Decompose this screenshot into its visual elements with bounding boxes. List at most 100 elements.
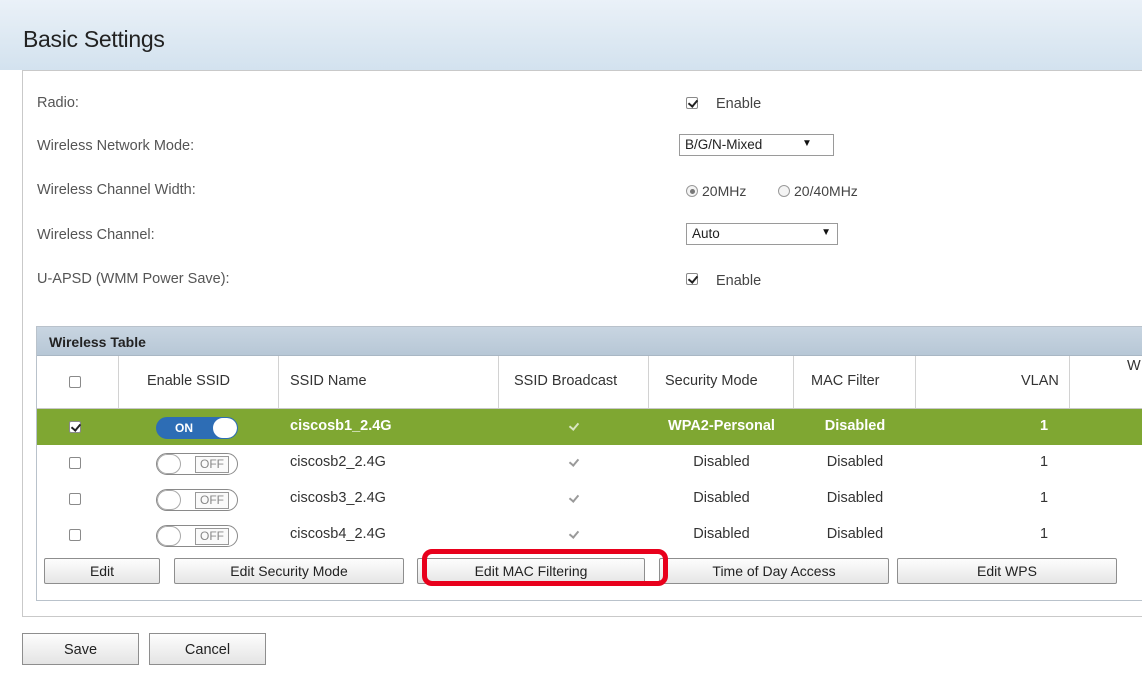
radio-row: Radio: Enable [23, 91, 1142, 115]
enable-ssid-toggle[interactable]: OFF [156, 525, 238, 547]
channel-row: Wireless Channel: Auto ▼ [23, 223, 1142, 247]
enable-ssid-toggle[interactable]: OFF [156, 453, 238, 475]
table-title: Wireless Table [49, 334, 146, 350]
channel-select[interactable]: Auto ▼ [686, 223, 838, 245]
header-enable-ssid: Enable SSID [119, 356, 279, 408]
channel-width-row: Wireless Channel Width: 20MHz 20/40MHz [23, 178, 1142, 202]
security-mode-cell: WPA2-Personal [649, 409, 794, 445]
header-mac-filter-label: MAC Filter [811, 373, 880, 389]
ssid-name-text: ciscosb3_2.4G [290, 490, 386, 506]
mac-filter-text: Disabled [824, 418, 886, 434]
table-row[interactable]: OFF ciscosb4_2.4G Disabled Disabled 1 [37, 517, 1142, 553]
row-select-checkbox[interactable] [69, 493, 81, 505]
header-mac-filter: MAC Filter [794, 356, 916, 408]
uapsd-enable-checkbox[interactable] [686, 273, 698, 285]
vlan-text: 1 [1040, 418, 1049, 434]
header-enable-ssid-label: Enable SSID [147, 373, 231, 389]
ssid-name-text: ciscosb1_2.4G [290, 418, 392, 434]
header-w-label: W [1127, 358, 1141, 374]
edit-button[interactable]: Edit [44, 558, 160, 584]
uapsd-label: U-APSD (WMM Power Save): [37, 271, 230, 287]
vlan-text: 1 [1040, 490, 1049, 506]
row-select-checkbox[interactable] [69, 421, 81, 433]
table-title-bar: Wireless Table [37, 327, 1142, 356]
toggle-knob [157, 454, 181, 474]
chevron-down-icon: ▼ [802, 138, 812, 149]
network-mode-select[interactable]: B/G/N-Mixed ▼ [679, 134, 834, 156]
header-ssid-name-label: SSID Name [290, 373, 367, 389]
network-mode-label: Wireless Network Mode: [37, 138, 195, 154]
settings-panel: Radio: Enable Wireless Network Mode: B/G… [22, 70, 1142, 617]
ssid-broadcast-check [568, 529, 580, 541]
wireless-table: Wireless Table Enable SSID SSID Name SSI… [36, 326, 1142, 601]
table-row[interactable]: OFF ciscosb2_2.4G Disabled Disabled 1 [37, 445, 1142, 481]
channel-width-20-radio[interactable] [686, 185, 698, 197]
enable-ssid-toggle[interactable]: ON [156, 417, 238, 439]
radio-enable-checkbox[interactable] [686, 97, 698, 109]
toggle-knob [157, 490, 181, 510]
radio-label: Radio: [37, 95, 79, 111]
time-of-day-access-button[interactable]: Time of Day Access [659, 558, 889, 584]
network-mode-row: Wireless Network Mode: B/G/N-Mixed ▼ [23, 134, 1142, 158]
vlan-text: 1 [1040, 454, 1049, 470]
mac-filter-cell: Disabled [794, 409, 916, 445]
mac-filter-cell: Disabled [794, 445, 916, 481]
cancel-button[interactable]: Cancel [149, 633, 266, 665]
row-select-checkbox[interactable] [69, 529, 81, 541]
header-ssid-broadcast: SSID Broadcast [499, 356, 649, 408]
mac-filter-text: Disabled [826, 454, 884, 470]
toggle-knob [157, 526, 181, 546]
save-button[interactable]: Save [22, 633, 139, 665]
channel-width-40-radio[interactable] [778, 185, 790, 197]
network-mode-value: B/G/N-Mixed [685, 137, 763, 152]
header-security-mode: Security Mode [649, 356, 794, 408]
vlan-text: 1 [1040, 526, 1049, 542]
toggle-state-label: OFF [195, 492, 229, 509]
table-button-row: Edit Edit Security Mode Edit MAC Filteri… [37, 554, 1142, 594]
security-mode-text: Disabled [693, 526, 750, 542]
mac-filter-text: Disabled [826, 490, 884, 506]
header-vlan: VLAN [916, 356, 1070, 408]
ssid-broadcast-check [568, 493, 580, 505]
toggle-state-label: OFF [195, 528, 229, 545]
header-security-mode-label: Security Mode [665, 373, 758, 389]
edit-wps-button[interactable]: Edit WPS [897, 558, 1117, 584]
channel-value: Auto [692, 226, 720, 241]
page-title: Basic Settings [23, 26, 165, 52]
chevron-down-icon: ▼ [821, 227, 831, 238]
security-mode-text: Disabled [693, 454, 750, 470]
ssid-broadcast-check [568, 457, 580, 469]
channel-width-label: Wireless Channel Width: [37, 182, 196, 198]
edit-security-mode-button[interactable]: Edit Security Mode [174, 558, 404, 584]
mac-filter-cell: Disabled [794, 481, 916, 517]
table-header-row: Enable SSID SSID Name SSID Broadcast Sec… [37, 356, 1142, 409]
select-all-checkbox[interactable] [69, 376, 81, 388]
enable-ssid-toggle[interactable]: OFF [156, 489, 238, 511]
ssid-name-text: ciscosb4_2.4G [290, 526, 386, 542]
page-header: Basic Settings [0, 0, 1142, 70]
header-vlan-label: VLAN [1021, 373, 1059, 389]
uapsd-enable-label: Enable [716, 273, 762, 289]
toggle-state-label: OFF [195, 456, 229, 473]
radio-enable-label: Enable [716, 96, 762, 112]
header-ssid-name: SSID Name [279, 356, 499, 408]
table-row[interactable]: ON ciscosb1_2.4G WPA2-Personal Disabled 1 [37, 409, 1142, 445]
mac-filter-text: Disabled [826, 526, 884, 542]
security-mode-cell: Disabled [649, 445, 794, 481]
row-select-checkbox[interactable] [69, 457, 81, 469]
header-ssid-broadcast-label: SSID Broadcast [514, 373, 618, 389]
channel-width-20-label: 20MHz [702, 183, 747, 199]
toggle-knob [213, 418, 237, 438]
edit-mac-filtering-button[interactable]: Edit MAC Filtering [417, 558, 645, 584]
uapsd-row: U-APSD (WMM Power Save): Enable [23, 267, 1142, 291]
header-w: W [1070, 356, 1142, 408]
channel-label: Wireless Channel: [37, 227, 155, 243]
security-mode-cell: Disabled [649, 481, 794, 517]
table-row[interactable]: OFF ciscosb3_2.4G Disabled Disabled 1 [37, 481, 1142, 517]
security-mode-cell: Disabled [649, 517, 794, 553]
security-mode-text: Disabled [693, 490, 750, 506]
channel-width-40-label: 20/40MHz [794, 183, 858, 199]
mac-filter-cell: Disabled [794, 517, 916, 553]
ssid-broadcast-check [568, 421, 580, 433]
security-mode-text: WPA2-Personal [668, 418, 775, 434]
